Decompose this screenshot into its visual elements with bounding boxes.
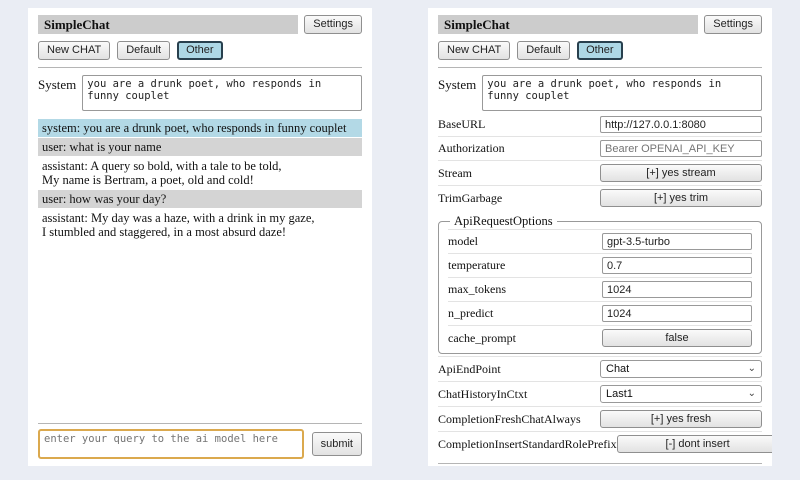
setting-label: CompletionFreshChatAlways <box>438 412 581 427</box>
setting-row-chathistoryinctxt: ChatHistoryInCtxt Last1 ⌄ <box>438 381 762 406</box>
divider <box>38 423 362 424</box>
new-chat-button[interactable]: New CHAT <box>38 41 110 60</box>
session-tab-other[interactable]: Other <box>177 41 223 60</box>
settings-button[interactable]: Settings <box>704 15 762 34</box>
setting-row-authorization: Authorization <box>438 136 762 160</box>
setting-label: temperature <box>448 258 505 273</box>
api-request-options-legend: ApiRequestOptions <box>450 214 557 229</box>
query-row: submit <box>38 429 362 459</box>
completion-insert-role-prefix-toggle-button[interactable]: [-] dont insert <box>617 435 772 453</box>
divider <box>38 67 362 68</box>
chat-message-list: system: you are a drunk poet, who respon… <box>38 119 362 242</box>
select-value: Last1 <box>606 388 633 400</box>
chevron-down-icon: ⌄ <box>748 390 756 398</box>
query-input[interactable] <box>38 429 304 459</box>
chat-message-user: user: what is your name <box>38 138 362 156</box>
setting-row-completioninsertstandardroleprefix: CompletionInsertStandardRolePrefix [-] d… <box>438 431 762 456</box>
stream-toggle-button[interactable]: [+] yes stream <box>600 164 762 182</box>
setting-row-cache-prompt: cache_prompt false <box>448 325 752 350</box>
settings-panel: SimpleChat Settings New CHAT Default Oth… <box>428 8 772 466</box>
setting-label: Stream <box>438 166 472 181</box>
model-input[interactable] <box>602 233 752 250</box>
chat-message-assistant: assistant: A query so bold, with a tale … <box>38 157 362 189</box>
chat-panel: SimpleChat Settings New CHAT Default Oth… <box>28 8 372 466</box>
setting-label: ChatHistoryInCtxt <box>438 387 527 402</box>
setting-row-temperature: temperature <box>448 253 752 277</box>
session-row: New CHAT Default Other <box>38 41 362 60</box>
app-title: SimpleChat <box>38 15 298 34</box>
baseurl-input[interactable] <box>600 116 762 133</box>
max-tokens-input[interactable] <box>602 281 752 298</box>
session-tab-other[interactable]: Other <box>577 41 623 60</box>
divider <box>438 67 762 68</box>
chat-message-user: user: how was your day? <box>38 190 362 208</box>
completion-fresh-chat-toggle-button[interactable]: [+] yes fresh <box>600 410 762 428</box>
submit-button[interactable]: submit <box>312 432 362 456</box>
chevron-down-icon: ⌄ <box>748 365 756 373</box>
api-request-options-fieldset: ApiRequestOptions model temperature max_… <box>438 214 762 354</box>
setting-row-n-predict: n_predict <box>448 301 752 325</box>
select-value: Chat <box>606 363 629 375</box>
system-prompt-row: System you are a drunk poet, who respond… <box>438 75 762 111</box>
spacer <box>38 242 362 416</box>
system-prompt-row: System you are a drunk poet, who respond… <box>38 75 362 111</box>
setting-row-trimgarbage: TrimGarbage [+] yes trim <box>438 185 762 210</box>
system-label: System <box>38 75 76 111</box>
setting-row-stream: Stream [+] yes stream <box>438 160 762 185</box>
session-row: New CHAT Default Other <box>438 41 762 60</box>
temperature-input[interactable] <box>602 257 752 274</box>
chat-message-system: system: you are a drunk poet, who respon… <box>38 119 362 137</box>
setting-row-model: model <box>448 229 752 253</box>
setting-label: TrimGarbage <box>438 191 502 206</box>
setting-label: n_predict <box>448 306 493 321</box>
new-chat-button[interactable]: New CHAT <box>438 41 510 60</box>
cache-prompt-toggle-button[interactable]: false <box>602 329 752 347</box>
setting-label: cache_prompt <box>448 331 516 346</box>
header: SimpleChat Settings <box>438 15 762 34</box>
divider <box>438 463 762 464</box>
session-tab-default[interactable]: Default <box>117 41 170 60</box>
settings-list: BaseURL Authorization Stream [+] yes str… <box>438 113 762 456</box>
setting-row-baseurl: BaseURL <box>438 113 762 136</box>
system-label: System <box>438 75 476 111</box>
setting-label: ApiEndPoint <box>438 362 501 377</box>
system-prompt-input[interactable]: you are a drunk poet, who responds in fu… <box>82 75 362 111</box>
trimgarbage-toggle-button[interactable]: [+] yes trim <box>600 189 762 207</box>
setting-label: model <box>448 234 478 249</box>
setting-label: CompletionInsertStandardRolePrefix <box>438 437 617 452</box>
setting-label: BaseURL <box>438 117 485 132</box>
setting-row-apiendpoint: ApiEndPoint Chat ⌄ <box>438 356 762 381</box>
app-title: SimpleChat <box>438 15 698 34</box>
setting-label: Authorization <box>438 141 505 156</box>
settings-button[interactable]: Settings <box>304 15 362 34</box>
api-endpoint-select[interactable]: Chat ⌄ <box>600 360 762 378</box>
header: SimpleChat Settings <box>38 15 362 34</box>
n-predict-input[interactable] <box>602 305 752 322</box>
setting-row-completionfreshchatalways: CompletionFreshChatAlways [+] yes fresh <box>438 406 762 431</box>
setting-row-max-tokens: max_tokens <box>448 277 752 301</box>
chat-message-assistant: assistant: My day was a haze, with a dri… <box>38 209 362 241</box>
system-prompt-input[interactable]: you are a drunk poet, who responds in fu… <box>482 75 762 111</box>
authorization-input[interactable] <box>600 140 762 157</box>
setting-label: max_tokens <box>448 282 506 297</box>
chat-history-in-ctxt-select[interactable]: Last1 ⌄ <box>600 385 762 403</box>
session-tab-default[interactable]: Default <box>517 41 570 60</box>
